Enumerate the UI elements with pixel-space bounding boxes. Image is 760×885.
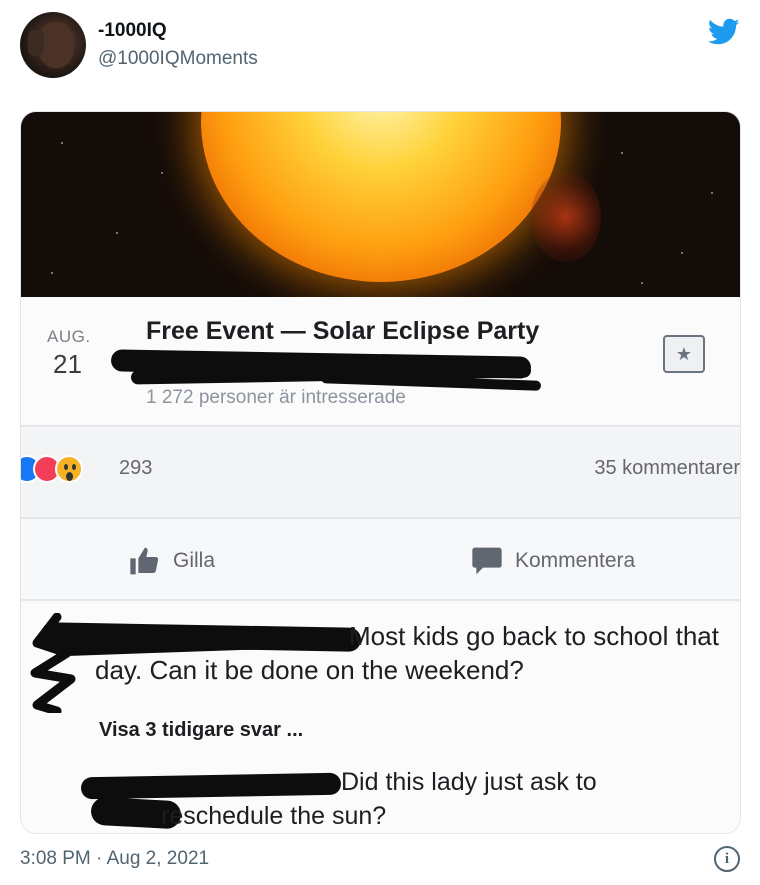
event-month: AUG. (47, 327, 91, 346)
event-info: AUG. 21 Free Event — Solar Eclipse Party… (21, 297, 740, 427)
reactions-row: 293 35 kommentarer (21, 429, 740, 519)
comment-button[interactable]: Kommentera (471, 543, 635, 579)
tweet-header: -1000IQ @1000IQMoments (20, 12, 740, 80)
view-previous-replies-link[interactable]: Visa 3 tidigare svar ... (99, 719, 303, 742)
comment-body: Most kids go back to school that day. Ca… (95, 621, 719, 685)
comment-label: Kommentera (515, 549, 636, 572)
display-name[interactable]: -1000IQ (98, 20, 167, 42)
comment-bubble-icon (472, 547, 502, 575)
comment-text: Most kids go back to school that day. Ca… (95, 619, 735, 687)
like-label: Gilla (173, 549, 216, 572)
user-handle[interactable]: @1000IQMoments (98, 48, 258, 70)
comments-count[interactable]: 35 kommentarer (594, 457, 740, 480)
reply-body: Did this lady just ask to reschedule the… (161, 768, 597, 830)
wow-reaction-icon (55, 455, 83, 483)
event-title[interactable]: Free Event — Solar Eclipse Party (146, 317, 539, 346)
actions-row: Gilla Kommentera (21, 521, 740, 601)
sun-image (201, 112, 561, 282)
like-button[interactable]: Gilla (129, 543, 215, 579)
event-cover-image (21, 112, 740, 297)
tweet-timestamp[interactable]: 3:08 PM · Aug 2, 2021 (20, 848, 209, 870)
event-day: 21 (53, 349, 82, 379)
twitter-bird-icon[interactable] (708, 18, 740, 46)
calendar-star-icon[interactable]: ★ (663, 335, 705, 373)
avatar[interactable] (20, 12, 86, 78)
embedded-screenshot[interactable]: AUG. 21 Free Event — Solar Eclipse Party… (20, 111, 741, 834)
thumbs-up-icon (130, 547, 159, 575)
reaction-icons[interactable] (21, 455, 103, 483)
info-icon[interactable]: i (714, 846, 740, 872)
reaction-count[interactable]: 293 (119, 457, 152, 480)
comments-section: Most kids go back to school that day. Ca… (21, 603, 740, 833)
event-interested-count: 1 272 personer är intresserade (146, 387, 406, 408)
reply-text: Did this lady just ask to reschedule the… (161, 765, 721, 833)
